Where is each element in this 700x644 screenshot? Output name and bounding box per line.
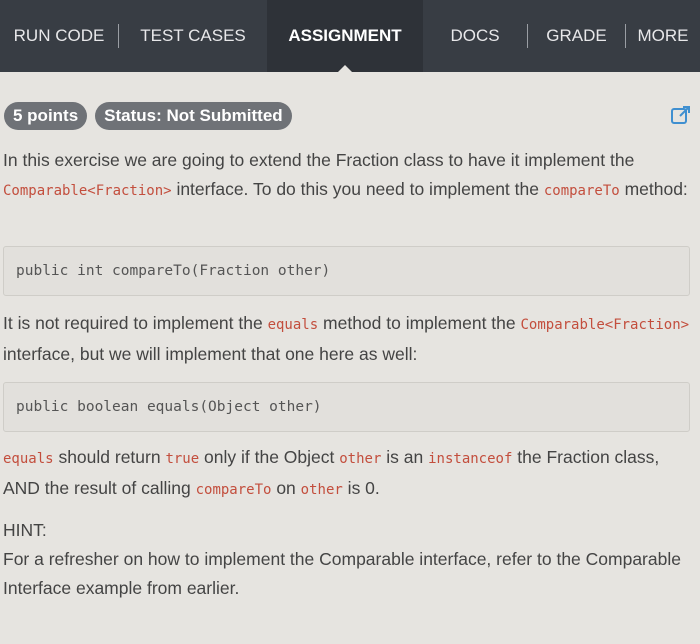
code-line: public boolean equals(Object other)	[16, 399, 322, 415]
inline-code: other	[300, 482, 343, 498]
intro-paragraph: In this exercise we are going to extend …	[3, 150, 688, 199]
inline-code: equals	[267, 317, 319, 333]
tab-test-cases[interactable]: TEST CASES	[119, 0, 267, 72]
assignment-meta: 5 points Status: Not Submitted	[4, 102, 292, 130]
equals-paragraph: It is not required to implement the equa…	[3, 313, 690, 364]
tab-bar: RUN CODE TEST CASES ASSIGNMENT DOCS GRAD…	[0, 0, 700, 73]
points-badge: 5 points	[4, 102, 88, 130]
inline-code: compareTo	[543, 183, 620, 199]
code-block-equals: public boolean equals(Object other)	[3, 382, 690, 432]
inline-code: instanceof	[428, 451, 513, 467]
hint-section: HINT: For a refresher on how to implemen…	[3, 516, 695, 603]
equals-rule-paragraph: equals should return true only if the Ob…	[3, 447, 660, 498]
inline-code: true	[165, 451, 200, 467]
inline-code: equals	[3, 451, 54, 467]
inline-code: Comparable<Fraction>	[520, 317, 690, 333]
tab-grade[interactable]: GRADE	[528, 0, 625, 72]
hint-text: For a refresher on how to implement the …	[3, 549, 681, 598]
inline-code: compareTo	[195, 482, 272, 498]
tab-more[interactable]: MORE	[626, 0, 700, 72]
status-badge: Status: Not Submitted	[95, 102, 292, 130]
tab-assignment[interactable]: ASSIGNMENT	[267, 0, 423, 73]
code-block-compareto: public int compareTo(Fraction other)	[3, 246, 690, 296]
tab-docs[interactable]: DOCS	[423, 0, 527, 72]
external-link-icon[interactable]	[670, 104, 692, 126]
inline-code: Comparable<Fraction>	[3, 183, 172, 199]
inline-code: other	[339, 451, 382, 467]
code-line: public int compareTo(Fraction other)	[16, 263, 331, 279]
tab-run-code[interactable]: RUN CODE	[0, 0, 118, 72]
hint-label: HINT:	[3, 520, 47, 540]
